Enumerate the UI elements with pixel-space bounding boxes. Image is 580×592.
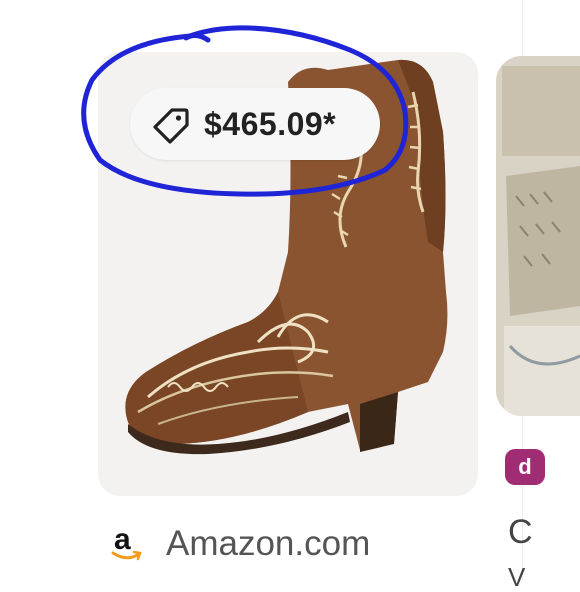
next-result-site-icon: d [505, 449, 545, 485]
amazon-logo-icon: a [110, 524, 144, 564]
next-result-subtitle: V [508, 562, 526, 592]
next-result-title[interactable]: C [508, 512, 533, 552]
tag-icon [153, 108, 189, 144]
next-badge-letter: d [518, 454, 532, 479]
left-gutter [0, 0, 60, 580]
next-result-image[interactable] [496, 56, 580, 416]
price-label: $465.09* [204, 106, 337, 142]
source-label[interactable]: Amazon.com [166, 522, 370, 566]
price-badge[interactable]: $465.09* [130, 88, 380, 160]
